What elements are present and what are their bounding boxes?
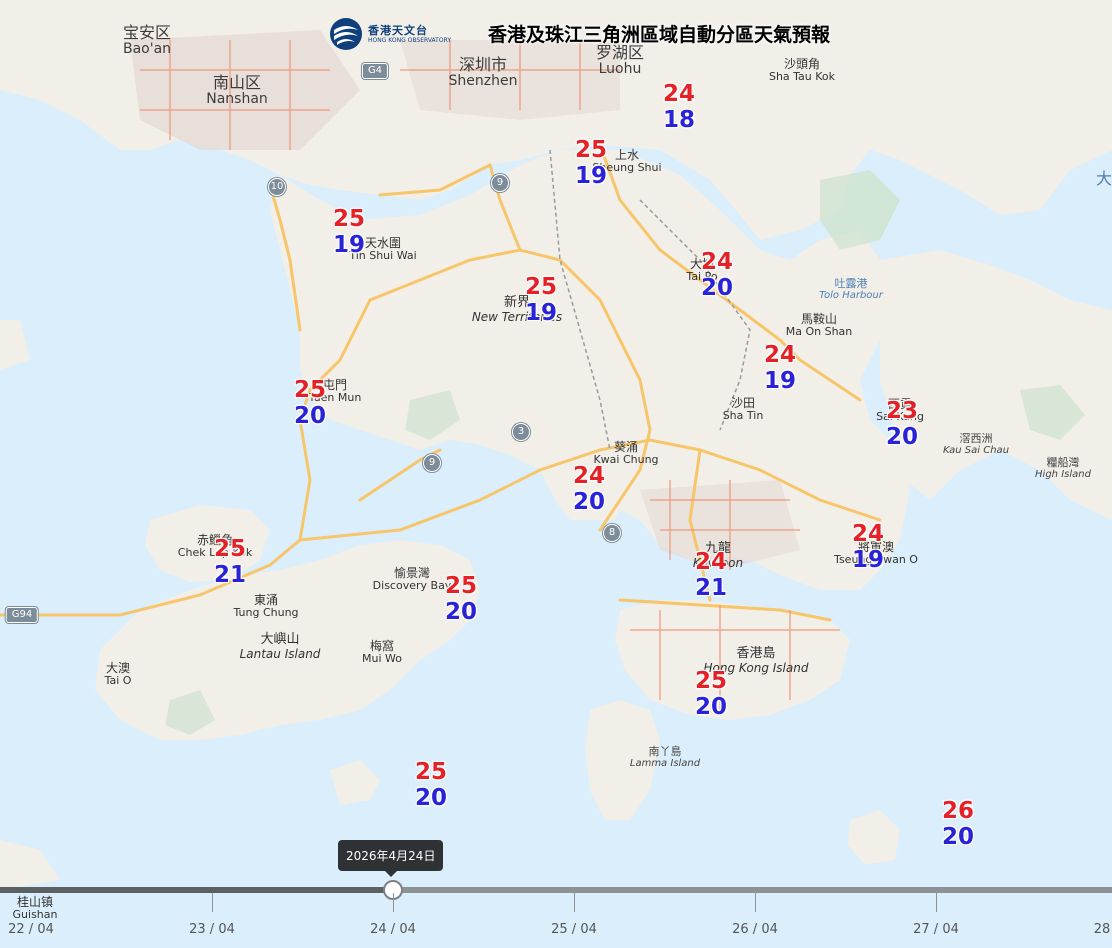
station-temps[interactable]: 23 20 bbox=[882, 398, 922, 450]
page-title: 香港及珠江三角洲區域自動分區天氣預報 bbox=[488, 24, 831, 46]
max-temp: 24 bbox=[662, 81, 695, 107]
place-shenzhen: 深圳市 Shenzhen bbox=[448, 55, 518, 89]
station-temps[interactable]: 25 20 bbox=[411, 759, 451, 811]
timeline-tick bbox=[574, 893, 575, 912]
max-temp: 24 bbox=[572, 463, 605, 489]
station-temps[interactable]: 25 20 bbox=[691, 668, 731, 720]
station-temps[interactable]: 24 20 bbox=[569, 463, 609, 515]
min-temp: 18 bbox=[662, 107, 695, 133]
max-temp: 25 bbox=[444, 573, 477, 599]
min-temp: 19 bbox=[332, 232, 365, 258]
max-temp: 25 bbox=[694, 668, 727, 694]
place-sha-tin: 沙田 Sha Tin bbox=[722, 396, 764, 423]
route-shield-3: 3 bbox=[512, 423, 530, 441]
max-temp: 25 bbox=[213, 536, 246, 562]
max-temp: 25 bbox=[332, 206, 365, 232]
route-shield-8: 8 bbox=[603, 524, 621, 542]
min-temp: 20 bbox=[700, 275, 733, 301]
max-temp: 25 bbox=[414, 759, 447, 785]
place-tung-chung: 東涌 Tung Chung bbox=[233, 593, 299, 620]
timeline-tick-label[interactable]: 26 / 04 bbox=[732, 922, 778, 937]
min-temp: 20 bbox=[694, 694, 727, 720]
min-temp: 19 bbox=[851, 547, 884, 573]
max-temp: 25 bbox=[293, 377, 326, 403]
route-shield-9-north: 9 bbox=[491, 174, 509, 192]
max-temp: 24 bbox=[700, 249, 733, 275]
min-temp: 20 bbox=[414, 785, 447, 811]
max-temp: 23 bbox=[885, 398, 918, 424]
station-temps[interactable]: 25 19 bbox=[571, 137, 611, 189]
station-temps[interactable]: 25 20 bbox=[290, 377, 330, 429]
min-temp: 21 bbox=[213, 562, 246, 588]
logo-text-zh: 香港天文台 bbox=[368, 23, 428, 37]
hko-logo-icon bbox=[330, 18, 362, 50]
route-shield-g94: G94 bbox=[5, 607, 39, 623]
timeline-tick-label[interactable]: 25 / 04 bbox=[551, 922, 597, 937]
timeline-tick-label[interactable]: 24 / 04 bbox=[370, 922, 416, 937]
max-temp: 26 bbox=[941, 798, 974, 824]
date-tooltip: 2026年4月24日 bbox=[338, 840, 444, 877]
place-kau-sai-chau: 滘西洲 Kau Sai Chau bbox=[942, 432, 1010, 457]
min-temp: 20 bbox=[572, 489, 605, 515]
station-temps[interactable]: 26 20 bbox=[938, 798, 978, 850]
max-temp: 25 bbox=[574, 137, 607, 163]
timeline-tick-label[interactable]: 27 / 04 bbox=[913, 922, 959, 937]
weather-map[interactable]: G4 10 9 3 9 8 G94 宝安区 Bao'an 南山区 Nanshan 深… bbox=[0, 0, 1112, 948]
place-nanshan: 南山区 Nanshan bbox=[206, 73, 268, 107]
place-high-island: 糧船灣 High Island bbox=[1035, 456, 1091, 481]
timeline-tick bbox=[393, 893, 394, 912]
place-lantau-island: 大嶼山 Lantau Island bbox=[239, 632, 321, 661]
min-temp: 20 bbox=[941, 824, 974, 850]
min-temp: 21 bbox=[694, 575, 727, 601]
logo-text-en: HONG KONG OBSERVATORY bbox=[368, 36, 452, 44]
max-temp: 24 bbox=[694, 549, 727, 575]
station-temps[interactable]: 25 19 bbox=[329, 206, 369, 258]
station-temps[interactable]: 25 21 bbox=[210, 536, 250, 588]
timeline-tick bbox=[936, 893, 937, 912]
place-edge-label: 大 bbox=[1095, 169, 1112, 188]
min-temp: 20 bbox=[444, 599, 477, 625]
station-temps[interactable]: 24 18 bbox=[659, 81, 699, 133]
route-shield-9-south: 9 bbox=[423, 454, 441, 472]
min-temp: 19 bbox=[524, 300, 557, 326]
max-temp: 24 bbox=[851, 521, 884, 547]
station-temps[interactable]: 25 20 bbox=[441, 573, 481, 625]
place-baoan: 宝安区 Bao'an bbox=[122, 23, 172, 57]
timeline-tick-label[interactable]: 22 / 04 bbox=[8, 922, 54, 937]
place-sha-tau-kok: 沙頭角 Sha Tau Kok bbox=[768, 57, 836, 84]
min-temp: 19 bbox=[763, 368, 796, 394]
station-temps[interactable]: 24 19 bbox=[848, 521, 888, 573]
station-temps[interactable]: 25 19 bbox=[521, 274, 561, 326]
place-discovery-bay: 愉景灣 Discovery Bay bbox=[372, 566, 452, 593]
timeline-tick-label[interactable]: 23 / 04 bbox=[189, 922, 235, 937]
timeline-tick bbox=[755, 893, 756, 912]
hko-logo: 香港天文台 HONG KONG OBSERVATORY bbox=[328, 17, 451, 51]
place-tai-o: 大澳 Tai O bbox=[104, 661, 132, 688]
route-shield-g4: G4 bbox=[361, 63, 389, 79]
place-lamma-island: 南丫島 Lamma Island bbox=[629, 745, 701, 770]
place-tolo-harbour: 吐露港 Tolo Harbour bbox=[819, 277, 883, 302]
timeline-tick bbox=[212, 893, 213, 912]
place-luohu: 罗湖区 Luohu bbox=[595, 43, 645, 77]
timeline-tick-label[interactable]: 28 bbox=[1094, 922, 1111, 937]
min-temp: 20 bbox=[293, 403, 326, 429]
place-ma-on-shan: 馬鞍山 Ma On Shan bbox=[785, 312, 853, 339]
station-temps[interactable]: 24 20 bbox=[697, 249, 737, 301]
place-mui-wo: 梅窩 Mui Wo bbox=[362, 639, 402, 666]
min-temp: 19 bbox=[574, 163, 607, 189]
timeline-track[interactable] bbox=[0, 887, 1112, 893]
timeline-progress bbox=[0, 887, 394, 893]
station-temps[interactable]: 24 19 bbox=[760, 342, 800, 394]
max-temp: 24 bbox=[763, 342, 796, 368]
route-shield-10: 10 bbox=[268, 178, 286, 196]
min-temp: 20 bbox=[885, 424, 918, 450]
max-temp: 25 bbox=[524, 274, 557, 300]
station-temps[interactable]: 24 21 bbox=[691, 549, 731, 601]
